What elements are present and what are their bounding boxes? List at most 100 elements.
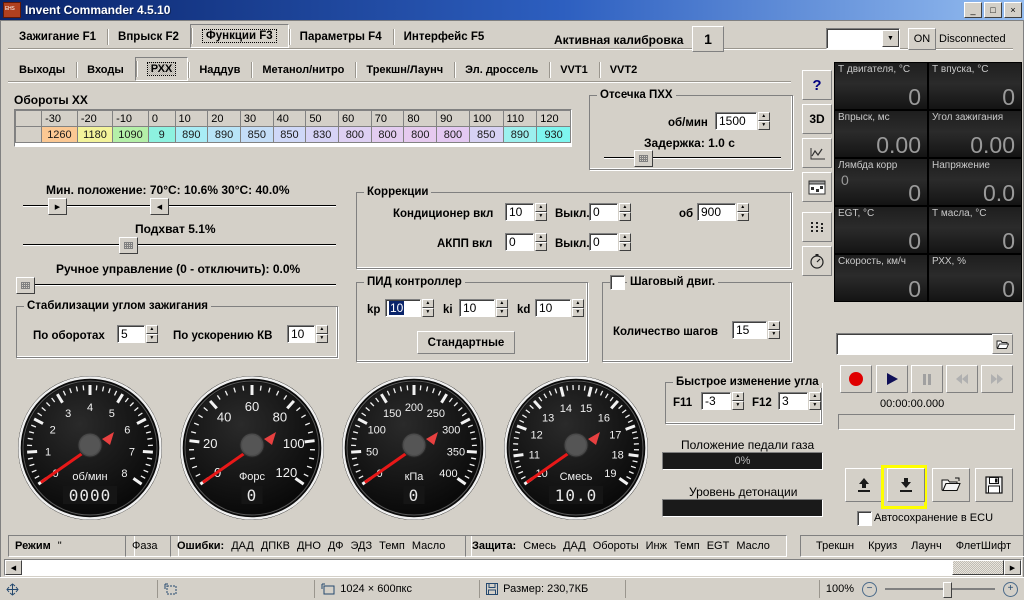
upload-to-ecu-button[interactable]	[845, 468, 883, 502]
pid-default-button[interactable]: Стандартные	[417, 331, 515, 354]
idle-rpm-table[interactable]: -30 -20 -10 0 10 20 30 40 50 60 70 80 90 100 110 120 126…	[14, 109, 572, 147]
at-off-spinner[interactable]: 0 ▲ ▼	[589, 233, 631, 251]
zoom-out-icon[interactable]: −	[862, 581, 877, 597]
subtab-methanol-nitro[interactable]: Метанол/нитро	[251, 59, 356, 81]
subtab-outputs[interactable]: Выходы	[8, 59, 77, 81]
stopwatch-button[interactable]	[802, 246, 832, 276]
at-on-spinner[interactable]: 0 ▲ ▼	[505, 233, 547, 251]
stab-accel-spinner[interactable]: 10 ▲ ▼	[287, 325, 328, 343]
cutoff-delay-thumb[interactable]	[634, 150, 653, 167]
maximize-button[interactable]: □	[984, 2, 1002, 18]
idle-table-cell[interactable]: 800	[436, 126, 470, 143]
zoom-slider[interactable]	[885, 582, 995, 598]
ac-on-input[interactable]: 10	[505, 203, 534, 221]
chevron-down-icon[interactable]: ▼	[882, 30, 899, 47]
log-path-input[interactable]	[836, 333, 1013, 355]
subtab-vvt2[interactable]: VVT2	[598, 59, 649, 81]
subtab-rxx[interactable]: РХХ	[134, 57, 189, 81]
tab-ignition[interactable]: Зажигание F1	[8, 26, 108, 48]
stab-rpm-input[interactable]: 5	[117, 325, 145, 343]
stepper-checkbox[interactable]	[610, 275, 625, 290]
idle-table-cell[interactable]: 850	[239, 126, 274, 143]
scrollbar-thumb[interactable]	[952, 560, 1004, 575]
horizontal-scrollbar[interactable]: ◀ ▶	[4, 559, 1022, 576]
scroll-right-icon[interactable]: ▶	[1004, 560, 1021, 575]
idle-table-cell[interactable]: 890	[207, 126, 241, 143]
ki-spinner[interactable]: 10 ▲ ▼	[459, 299, 508, 317]
on-button[interactable]: ON	[908, 28, 936, 50]
f11-input[interactable]: -3	[701, 392, 731, 410]
idle-table-cell[interactable]: 800	[338, 126, 372, 143]
f12-input[interactable]: 3	[778, 392, 808, 410]
idle-table-cell[interactable]: 800	[370, 126, 405, 143]
ac-on-spinner[interactable]: 10 ▲ ▼	[505, 203, 547, 221]
cutoff-rpm-steppers[interactable]: ▲ ▼	[757, 112, 770, 130]
rewind-button[interactable]	[946, 365, 978, 393]
subtab-traction-launch[interactable]: Трекшн/Лаунч	[355, 59, 455, 81]
idle-table-cell[interactable]: 1260	[41, 126, 78, 143]
f12-spinner[interactable]: 3 ▲ ▼	[778, 392, 821, 410]
chart-button[interactable]	[802, 138, 832, 168]
forward-button[interactable]	[981, 365, 1013, 393]
minimize-button[interactable]: _	[964, 2, 982, 18]
idle-table-cell[interactable]	[14, 126, 43, 143]
idle-table-cell[interactable]: 800	[403, 126, 438, 143]
dots-button[interactable]	[802, 212, 832, 242]
cutoff-rpm-input[interactable]: 1500	[715, 112, 757, 130]
stab-rpm-spinner[interactable]: 5 ▲ ▼	[117, 325, 158, 343]
idle-table-cell[interactable]: 830	[305, 126, 340, 143]
help-button[interactable]: ?	[802, 70, 832, 100]
manual-control-thumb[interactable]	[16, 277, 35, 294]
record-button[interactable]	[840, 365, 872, 393]
subtab-inputs[interactable]: Входы	[76, 59, 135, 81]
3d-view-button[interactable]: 3D	[802, 104, 832, 134]
corrections-rpm-spinner[interactable]: 900 ▲ ▼	[697, 203, 749, 221]
calibration-combo[interactable]: ▼	[826, 28, 900, 49]
kd-spinner[interactable]: 10 ▲ ▼	[535, 299, 584, 317]
min-position-thumb-a[interactable]: ▶	[48, 198, 67, 215]
at-off-input[interactable]: 0	[589, 233, 618, 251]
close-button[interactable]: ×	[1004, 2, 1022, 18]
cutoff-rpm-spinner[interactable]: 1500 ▲ ▼	[715, 112, 770, 130]
at-on-input[interactable]: 0	[505, 233, 534, 251]
f11-spinner[interactable]: -3 ▲ ▼	[701, 392, 744, 410]
save-file-button[interactable]	[975, 468, 1013, 502]
idle-table-cell[interactable]: 890	[174, 126, 209, 143]
corrections-rpm-input[interactable]: 900	[697, 203, 736, 221]
min-position-thumb-b[interactable]: ◀	[150, 198, 169, 215]
open-file-button[interactable]	[932, 468, 970, 502]
idle-table-cell[interactable]: 850	[272, 126, 307, 143]
kp-input[interactable]: 10	[385, 299, 421, 317]
recorder-progress[interactable]	[838, 414, 1015, 430]
pickup-thumb[interactable]	[119, 237, 138, 254]
ki-input[interactable]: 10	[459, 299, 495, 317]
tab-parameters[interactable]: Параметры F4	[288, 26, 393, 48]
tab-injection[interactable]: Впрыск F2	[107, 26, 190, 48]
ac-off-input[interactable]: 0	[589, 203, 618, 221]
idle-table-cell[interactable]: 850	[468, 126, 504, 143]
idle-table-cell[interactable]: 9	[147, 126, 176, 143]
autosave-checkbox[interactable]	[857, 511, 872, 526]
kd-input[interactable]: 10	[535, 299, 571, 317]
stab-accel-input[interactable]: 10	[287, 325, 315, 343]
subtab-vvt1[interactable]: VVT1	[549, 59, 599, 81]
kp-spinner[interactable]: 10 ▲ ▼	[385, 299, 434, 317]
idle-table-cell[interactable]: 1090	[112, 126, 149, 143]
zoom-slider-thumb[interactable]	[943, 582, 952, 598]
ac-off-spinner[interactable]: 0 ▲ ▼	[589, 203, 631, 221]
pause-button[interactable]	[911, 365, 943, 393]
log-browse-button[interactable]	[992, 334, 1013, 354]
idle-table-cell[interactable]: 930	[536, 126, 571, 143]
tab-interface[interactable]: Интерфейс F5	[392, 26, 496, 48]
stepper-steps-input[interactable]: 15	[732, 321, 767, 339]
play-button[interactable]	[876, 365, 908, 393]
stepper-steps-spinner[interactable]: 15 ▲ ▼	[732, 321, 780, 339]
subtab-etc[interactable]: Эл. дроссель	[454, 59, 550, 81]
window-view-button[interactable]	[802, 172, 832, 202]
zoom-in-icon[interactable]: +	[1003, 581, 1018, 597]
scroll-left-icon[interactable]: ◀	[5, 560, 22, 575]
download-from-ecu-button[interactable]	[887, 468, 925, 502]
idle-table-cell[interactable]: 1180	[76, 126, 114, 143]
subtab-boost[interactable]: Наддув	[188, 59, 252, 81]
tab-functions[interactable]: Функции F3	[189, 24, 289, 48]
